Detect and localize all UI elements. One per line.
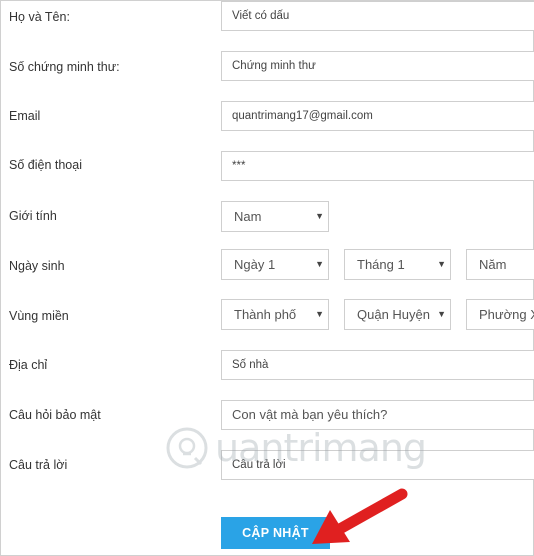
gender-select-value: Nam xyxy=(234,209,262,224)
chevron-down-icon: ▼ xyxy=(315,211,324,221)
security-question-label: Câu hỏi bảo mật xyxy=(9,408,101,422)
gender-select[interactable]: Nam ▼ xyxy=(221,201,329,232)
birth-day-select[interactable]: Ngày 1 ▼ xyxy=(221,249,329,280)
security-question-input[interactable]: Con vật mà bạn yêu thích? xyxy=(221,400,534,430)
district-select[interactable]: Quận Huyện ▼ xyxy=(344,299,451,330)
address-label: Địa chỉ xyxy=(9,358,48,372)
phone-input[interactable]: *** xyxy=(221,151,534,181)
ward-select[interactable]: Phường X xyxy=(466,299,534,330)
address-input[interactable]: Số nhà xyxy=(221,350,534,380)
gender-label: Giới tính xyxy=(9,209,57,223)
city-value: Thành phố xyxy=(234,307,297,322)
id-number-input[interactable]: Chứng minh thư xyxy=(221,51,534,81)
birth-year-value: Năm xyxy=(479,257,507,272)
red-arrow-icon xyxy=(312,488,408,544)
email-label: Email xyxy=(9,109,41,123)
birth-day-value: Ngày 1 xyxy=(234,257,276,272)
email-input[interactable]: quantrimang17@gmail.com xyxy=(221,101,534,131)
fullname-label: Họ và Tên: xyxy=(9,10,70,24)
city-select[interactable]: Thành phố ▼ xyxy=(221,299,329,330)
chevron-down-icon: ▼ xyxy=(315,309,324,319)
birthdate-label: Ngày sinh xyxy=(9,259,65,273)
birth-month-value: Tháng 1 xyxy=(357,257,405,272)
answer-label: Câu trả lời xyxy=(9,458,68,472)
answer-input[interactable]: Câu trả lời xyxy=(221,450,534,480)
id-number-label: Số chứng minh thư: xyxy=(9,60,120,74)
birth-month-select[interactable]: Tháng 1 ▼ xyxy=(344,249,451,280)
chevron-down-icon: ▼ xyxy=(315,259,324,269)
birth-year-select[interactable]: Năm xyxy=(466,249,534,280)
chevron-down-icon: ▼ xyxy=(437,309,446,319)
fullname-input[interactable]: Viết có dấu xyxy=(221,1,534,31)
phone-label: Số điện thoại xyxy=(9,158,82,172)
ward-value: Phường X xyxy=(479,307,534,322)
district-value: Quận Huyện xyxy=(357,307,430,322)
chevron-down-icon: ▼ xyxy=(437,259,446,269)
region-label: Vùng miền xyxy=(9,309,69,323)
